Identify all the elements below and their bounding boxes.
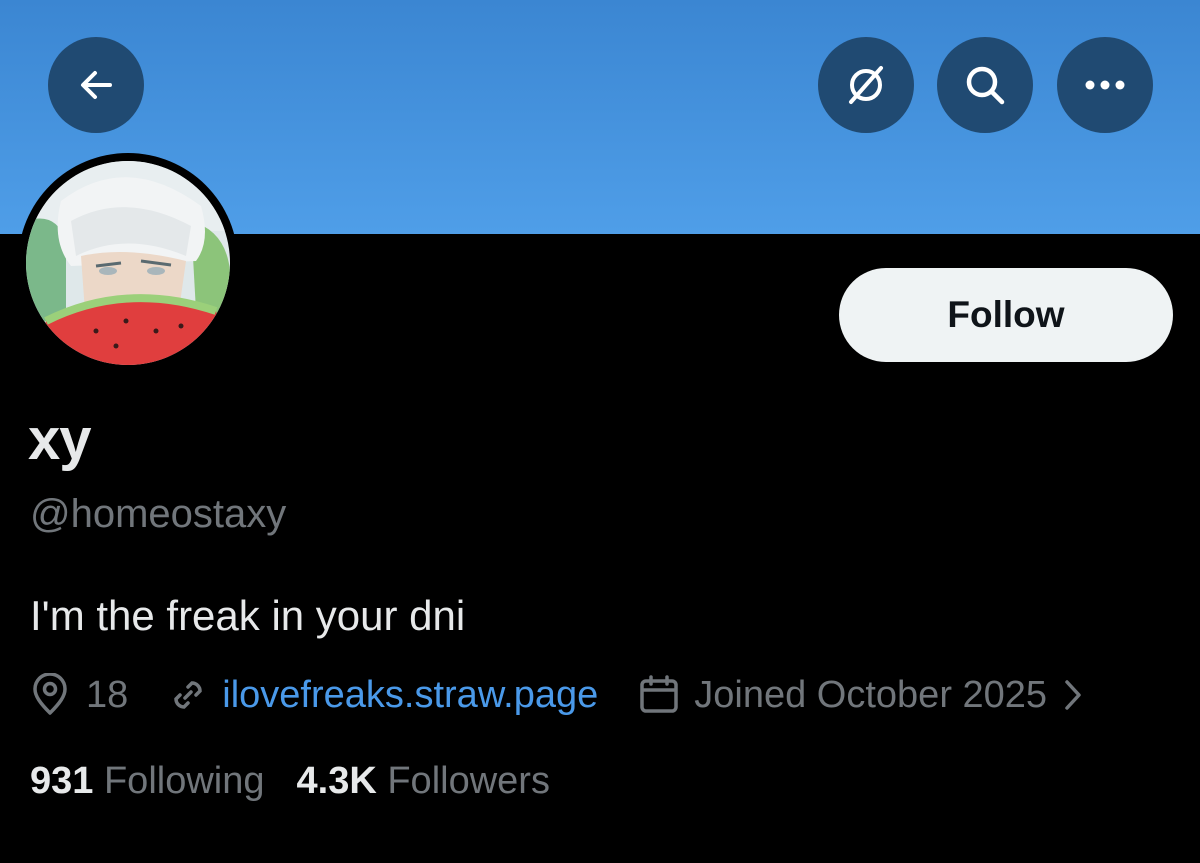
back-button[interactable] — [48, 37, 144, 133]
avatar[interactable] — [18, 153, 238, 373]
more-button[interactable] — [1057, 37, 1153, 133]
chevron-right-icon[interactable] — [1063, 678, 1083, 712]
followers-stat[interactable]: 4.3K Followers — [297, 760, 550, 803]
calendar-icon — [640, 675, 679, 713]
followers-label: Followers — [387, 760, 550, 802]
grok-button[interactable] — [818, 37, 914, 133]
username-handle: @homeostaxy — [30, 492, 287, 536]
following-count: 931 — [30, 760, 94, 802]
search-icon — [966, 66, 1005, 105]
location-item: 18 — [30, 673, 128, 717]
followers-count: 4.3K — [296, 760, 377, 802]
follow-button[interactable]: Follow — [839, 268, 1173, 362]
joined-item: Joined October 2025 — [638, 674, 1083, 717]
search-button[interactable] — [937, 37, 1033, 133]
avatar-image — [26, 161, 230, 365]
arrow-left-icon — [81, 71, 112, 99]
display-name: xy — [28, 407, 92, 472]
location-text: 18 — [86, 673, 129, 716]
link-icon — [174, 681, 203, 709]
profile-bio: I'm the freak in your dni — [30, 592, 466, 639]
website-link[interactable]: ilovefreaks.straw.page — [222, 674, 598, 717]
following-label: Following — [103, 760, 265, 802]
website-item[interactable]: ilovefreaks.straw.page — [168, 674, 598, 717]
profile-meta: 18 ilovefreaks.straw.page Joined October… — [30, 670, 1083, 720]
follow-stats: 931 Following 4.3K Followers — [30, 760, 550, 803]
joined-date: Joined October 2025 — [694, 673, 1048, 716]
following-stat[interactable]: 931 Following — [30, 760, 265, 803]
more-horizontal-icon — [1085, 80, 1125, 90]
location-pin-icon — [33, 673, 67, 715]
grok-icon — [849, 66, 883, 104]
